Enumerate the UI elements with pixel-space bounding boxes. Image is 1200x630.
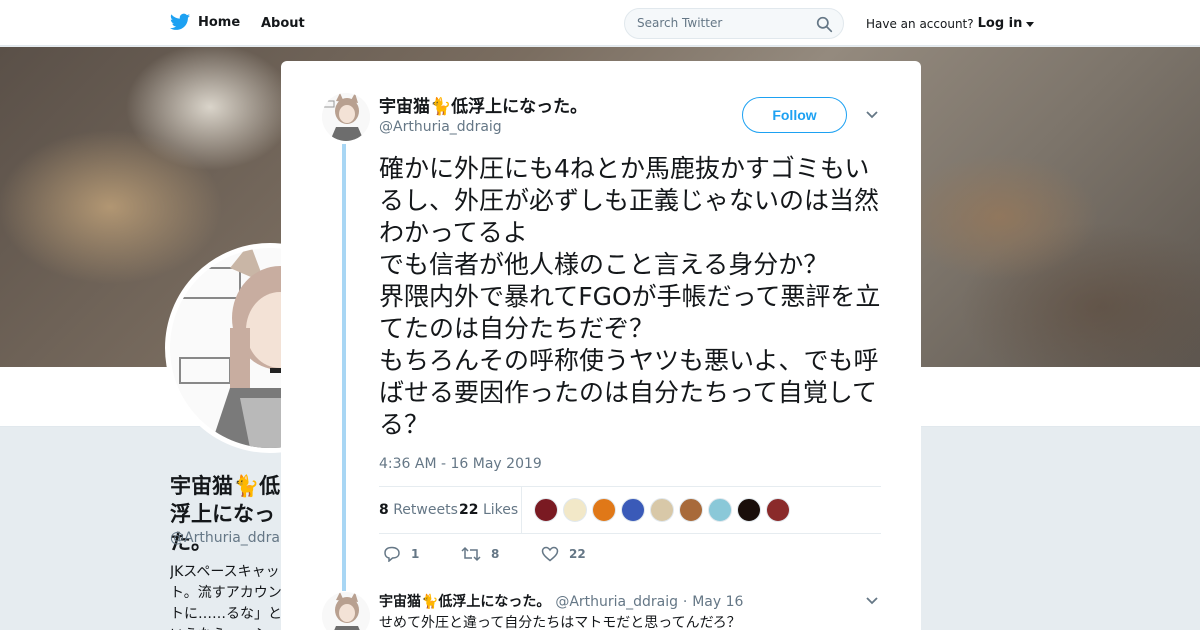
liker-avatar[interactable] [534,498,558,522]
retweets-count: 8 [379,502,389,518]
reply-handle[interactable]: @Arthuria_ddraig [555,594,678,610]
retweets-stat[interactable]: 8 Retweets [379,502,458,518]
avatar-illustration-small [322,93,370,141]
retweets-label: Retweets [393,502,458,518]
liker-avatar[interactable] [650,498,674,522]
tweet-text: 確かに外圧にも4ねとか馬鹿抜かすゴミもいるし、外圧が必ずしも正義じゃないのは当然… [379,154,881,439]
tweet-timestamp[interactable]: 4:36 AM - 16 May 2019 [379,456,542,472]
profile-handle: @Arthuria_ddraig [170,530,293,546]
top-nav: Home About Search Twitter Have an accoun… [0,0,1200,46]
twitter-bird-icon [170,13,190,30]
tweet-avatar[interactable] [322,93,370,141]
search-input[interactable]: Search Twitter [624,8,844,39]
tweet-display-name[interactable]: 宇宙猫🐈低浮上になった。 [379,92,587,117]
likes-count: 22 [459,502,479,518]
likes-label: Likes [482,502,519,518]
heart-icon [541,546,559,562]
liker-avatars [534,498,790,522]
reply-text: せめて外圧と違って自分たちはマトモだと思ってんだろ？ [379,615,741,630]
likes-stat[interactable]: 22 Likes [459,502,518,518]
liker-avatar[interactable] [679,498,703,522]
nav-about-link[interactable]: About [261,16,305,31]
like-action[interactable]: 22 [541,546,586,562]
liker-avatar[interactable] [621,498,645,522]
retweet-action[interactable]: 8 [461,546,499,562]
search-placeholder: Search Twitter [637,16,723,30]
close-icon[interactable] [1154,12,1180,38]
nav-home-label: Home [198,14,241,30]
tweet-stats: 8 Retweets 22 Likes [379,486,881,534]
liker-avatar[interactable] [563,498,587,522]
chevron-down-icon[interactable] [865,110,879,120]
reply-action[interactable]: 1 [383,546,419,562]
avatar-illustration-small [322,592,370,630]
reply-header[interactable]: 宇宙猫🐈低浮上になった。 @Arthuria_ddraig · May 16 [379,591,743,611]
search-icon[interactable] [816,16,833,33]
liker-avatar[interactable] [737,498,761,522]
reply-avatar[interactable] [322,592,370,630]
thread-line [342,144,346,591]
reply-separator: · [682,594,688,610]
liker-avatar[interactable] [766,498,790,522]
tweet-actions: 1 8 22 [379,546,779,566]
liker-avatar[interactable] [592,498,616,522]
chevron-down-icon[interactable] [865,596,879,606]
like-count: 22 [569,547,586,561]
follow-button[interactable]: Follow [742,97,847,133]
reply-display-name[interactable]: 宇宙猫🐈低浮上になった。 [379,594,550,610]
tweet-modal: 宇宙猫🐈低浮上になった。 @Arthuria_ddraig Follow 確かに… [281,61,921,630]
nav-home-link[interactable]: Home [170,13,240,31]
account-menu[interactable]: Have an account? Log in [866,16,1035,31]
reply-icon [384,546,400,562]
login-link[interactable]: Log in [978,16,1023,31]
retweet-count: 8 [491,547,500,561]
profile-bio: JKスペースキャット。流すアカウントに……るな」というなら……シュマロに返信し [170,564,282,630]
liker-avatar[interactable] [708,498,732,522]
stats-divider [521,487,522,533]
reply-date[interactable]: May 16 [692,594,743,610]
account-prompt: Have an account? [866,16,974,31]
retweet-icon [461,546,481,562]
chevron-down-icon [1026,22,1035,27]
tweet-handle[interactable]: @Arthuria_ddraig [379,119,502,135]
reply-count: 1 [411,547,420,561]
